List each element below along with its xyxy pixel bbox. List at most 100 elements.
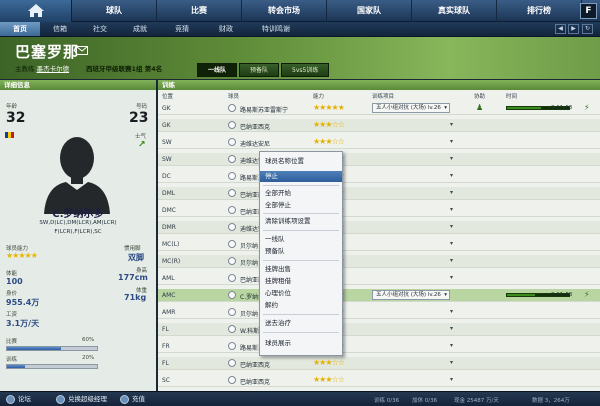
tab-reserves[interactable]: 预备队 [239, 63, 280, 77]
row-player-name[interactable]: 巴纳亚西克 [240, 377, 270, 386]
column-position[interactable]: 位置 [162, 92, 173, 102]
menu-item-clear-training[interactable]: 清除训练项设置 [260, 216, 342, 227]
row-training-select[interactable]: 五人小组对抗 (大场) lv.26 ▾ [372, 290, 450, 300]
row-player-name[interactable]: W.科斯 [240, 326, 259, 335]
row-player-name[interactable]: 巴纳亚西克 [240, 122, 270, 131]
app-logo[interactable]: F [580, 3, 597, 19]
table-row[interactable]: GK 巴纳亚西克 ★★★☆☆ ▾ [158, 119, 600, 132]
dropdown-arrow-icon[interactable]: ▾ [450, 172, 453, 179]
nav-real-team[interactable]: 真实球队 [412, 0, 497, 22]
menu-item-start-all[interactable]: 全部开始 [260, 188, 342, 199]
menu-item-player-name-position[interactable]: 球员名称位置 [260, 156, 342, 167]
column-player[interactable]: 球员 [228, 92, 239, 102]
tab-first-team[interactable]: 一线队 [197, 63, 238, 77]
column-training[interactable]: 训练项目 [372, 92, 394, 102]
dropdown-arrow-icon[interactable]: ▾ [450, 257, 453, 264]
menu-item-list-for-sale[interactable]: 挂牌出售 [260, 264, 342, 275]
menu-item-list-for-loan[interactable]: 挂牌租借 [260, 276, 342, 287]
table-row[interactable]: MC(R)贝尔纳★★★☆☆▾ [158, 255, 600, 268]
subnav-finance[interactable]: 财政 [204, 22, 248, 36]
table-row[interactable]: SC 巴纳亚西克 ★★★☆☆ ▾ [158, 374, 600, 387]
menu-item-player-showcase[interactable]: 球员展示 [260, 338, 342, 349]
table-row[interactable]: FR路易斯苏亚雷斯★★★☆☆▾ [158, 340, 600, 353]
subnav-social[interactable]: 社交 [80, 22, 120, 36]
mail-icon[interactable] [76, 46, 88, 55]
menu-item-release[interactable]: 解约 [260, 300, 342, 311]
tab-5v5-training[interactable]: 5vs5训练 [281, 63, 330, 77]
table-row[interactable]: AMR贝尔纳★★★☆☆▾ [158, 306, 600, 319]
table-row[interactable]: DMC巴纳亚西克★★★☆☆▾ [158, 204, 600, 217]
table-row[interactable]: SW迪维达安尼★★★☆☆▾ [158, 136, 600, 149]
menu-item-asking-price[interactable]: 心理价位 [260, 288, 342, 299]
menu-item-stop[interactable]: 停止 [260, 171, 342, 182]
chat-icon [6, 394, 15, 404]
lightning-icon[interactable]: ⚡ [584, 290, 590, 299]
nav-rankings[interactable]: 排行榜 [497, 0, 582, 22]
menu-item-first-team[interactable]: 一线队 [260, 234, 342, 245]
dropdown-arrow-icon[interactable]: ▾ [450, 376, 453, 383]
column-time[interactable]: 时间 [506, 92, 517, 102]
table-row[interactable]: FLW.科斯★★★☆☆▾ [158, 323, 600, 336]
nav-national-team[interactable]: 国家队 [327, 0, 412, 22]
subnav-special-thanks[interactable]: 特训鸣谢 [248, 22, 304, 36]
table-row[interactable]: AML巴纳亚西克★★★☆☆▾ [158, 272, 600, 285]
table-row[interactable]: MC(L)贝尔纳★★★☆☆▾ [158, 238, 600, 251]
manager-label: 主教练 [15, 65, 35, 73]
player-status-icon [228, 291, 236, 299]
assist-person-icon[interactable]: ♟ [476, 103, 483, 112]
lightning-icon[interactable]: ⚡ [584, 103, 590, 112]
recharge-button[interactable]: 充值 [120, 394, 145, 405]
column-ability[interactable]: 能力 [313, 92, 324, 102]
dropdown-arrow-icon: ▾ [444, 292, 447, 298]
nav-transfer-market[interactable]: 转会市场 [242, 0, 327, 22]
forward-arrow-icon[interactable]: ▶ [568, 24, 579, 34]
dropdown-arrow-icon[interactable]: ▾ [450, 189, 453, 196]
dropdown-arrow-icon[interactable]: ▾ [450, 325, 453, 332]
manager-name-link[interactable]: 墨杰卡尔德 [37, 65, 70, 73]
table-row[interactable]: AMCC.罗纳尔多★★★★★五人小组对抗 (大场) lv.26▾0:11:63⚡ [158, 289, 600, 302]
column-assist[interactable]: 协助 [474, 92, 485, 102]
table-row[interactable]: DMR迪维达安尼★★★☆☆▾ [158, 221, 600, 234]
league-position: 西班牙甲级联赛1组 第4名 [86, 65, 163, 73]
refresh-icon[interactable]: ↻ [582, 24, 593, 34]
dropdown-arrow-icon[interactable]: ▾ [450, 155, 453, 162]
row-player-name[interactable]: 贝尔纳 [240, 241, 258, 250]
home-button[interactable] [0, 0, 72, 22]
number-value: 23 [129, 110, 149, 126]
table-row[interactable]: DML巴纳亚西克★★★☆☆▾ [158, 187, 600, 200]
dropdown-arrow-icon[interactable]: ▾ [450, 274, 453, 281]
row-training-select[interactable]: 五人小组对抗 (大场) lv.26 ▾ [372, 103, 450, 113]
row-player-name[interactable]: 路易斯苏亚雷斯宁 [240, 105, 288, 114]
dropdown-arrow-icon[interactable]: ▾ [450, 206, 453, 213]
dropdown-arrow-icon[interactable]: ▾ [450, 359, 453, 366]
nav-team[interactable]: 球队 [72, 0, 157, 22]
dropdown-arrow-icon[interactable]: ▾ [450, 240, 453, 247]
dropdown-arrow-icon[interactable]: ▾ [450, 121, 453, 128]
player-status-icon [228, 206, 236, 214]
forum-button[interactable]: 论坛 [6, 394, 31, 405]
menu-item-send-to-treatment[interactable]: 送去治疗 [260, 318, 342, 329]
subnav-mail[interactable]: 信箱 [40, 22, 80, 36]
table-row[interactable]: GK 路易斯苏亚雷斯宁 ★★★★★ 五人小组对抗 (大场) lv.26 ▾ 0:11:63… [158, 102, 600, 115]
dropdown-arrow-icon[interactable]: ▾ [450, 342, 453, 349]
row-player-name[interactable]: 迪维达安尼 [240, 139, 270, 148]
menu-item-reserves[interactable]: 预备队 [260, 246, 342, 257]
menu-item-stop-all[interactable]: 全部停止 [260, 200, 342, 211]
subnav-home[interactable]: 首页 [0, 22, 40, 36]
row-player-name[interactable]: 贝尔纳 [240, 309, 258, 318]
subnav-quiz[interactable]: 竞猜 [160, 22, 204, 36]
subnav-achievements[interactable]: 成就 [120, 22, 160, 36]
footer-bar: 论坛 兑换超级经理 充值 训练 0/36 加休 0/36 现金 25487 万/… [0, 391, 600, 406]
row-player-name[interactable]: 巴纳亚西克 [240, 360, 270, 369]
back-arrow-icon[interactable]: ◀ [555, 24, 566, 34]
dropdown-arrow-icon[interactable]: ▾ [450, 138, 453, 145]
row-position: SW [162, 139, 172, 146]
row-player-name[interactable]: 贝尔纳 [240, 258, 258, 267]
redeem-manager-button[interactable]: 兑换超级经理 [56, 394, 107, 405]
dropdown-arrow-icon[interactable]: ▾ [450, 308, 453, 315]
dropdown-arrow-icon[interactable]: ▾ [450, 223, 453, 230]
table-row[interactable]: FL 巴纳亚西克 ★★★☆☆ ▾ [158, 357, 600, 370]
table-row[interactable]: DC路易斯苏亚雷斯★★★★☆▾ [158, 170, 600, 183]
nav-match[interactable]: 比赛 [157, 0, 242, 22]
table-row[interactable]: SW迪维达安尼★★★☆☆▾ [158, 153, 600, 166]
